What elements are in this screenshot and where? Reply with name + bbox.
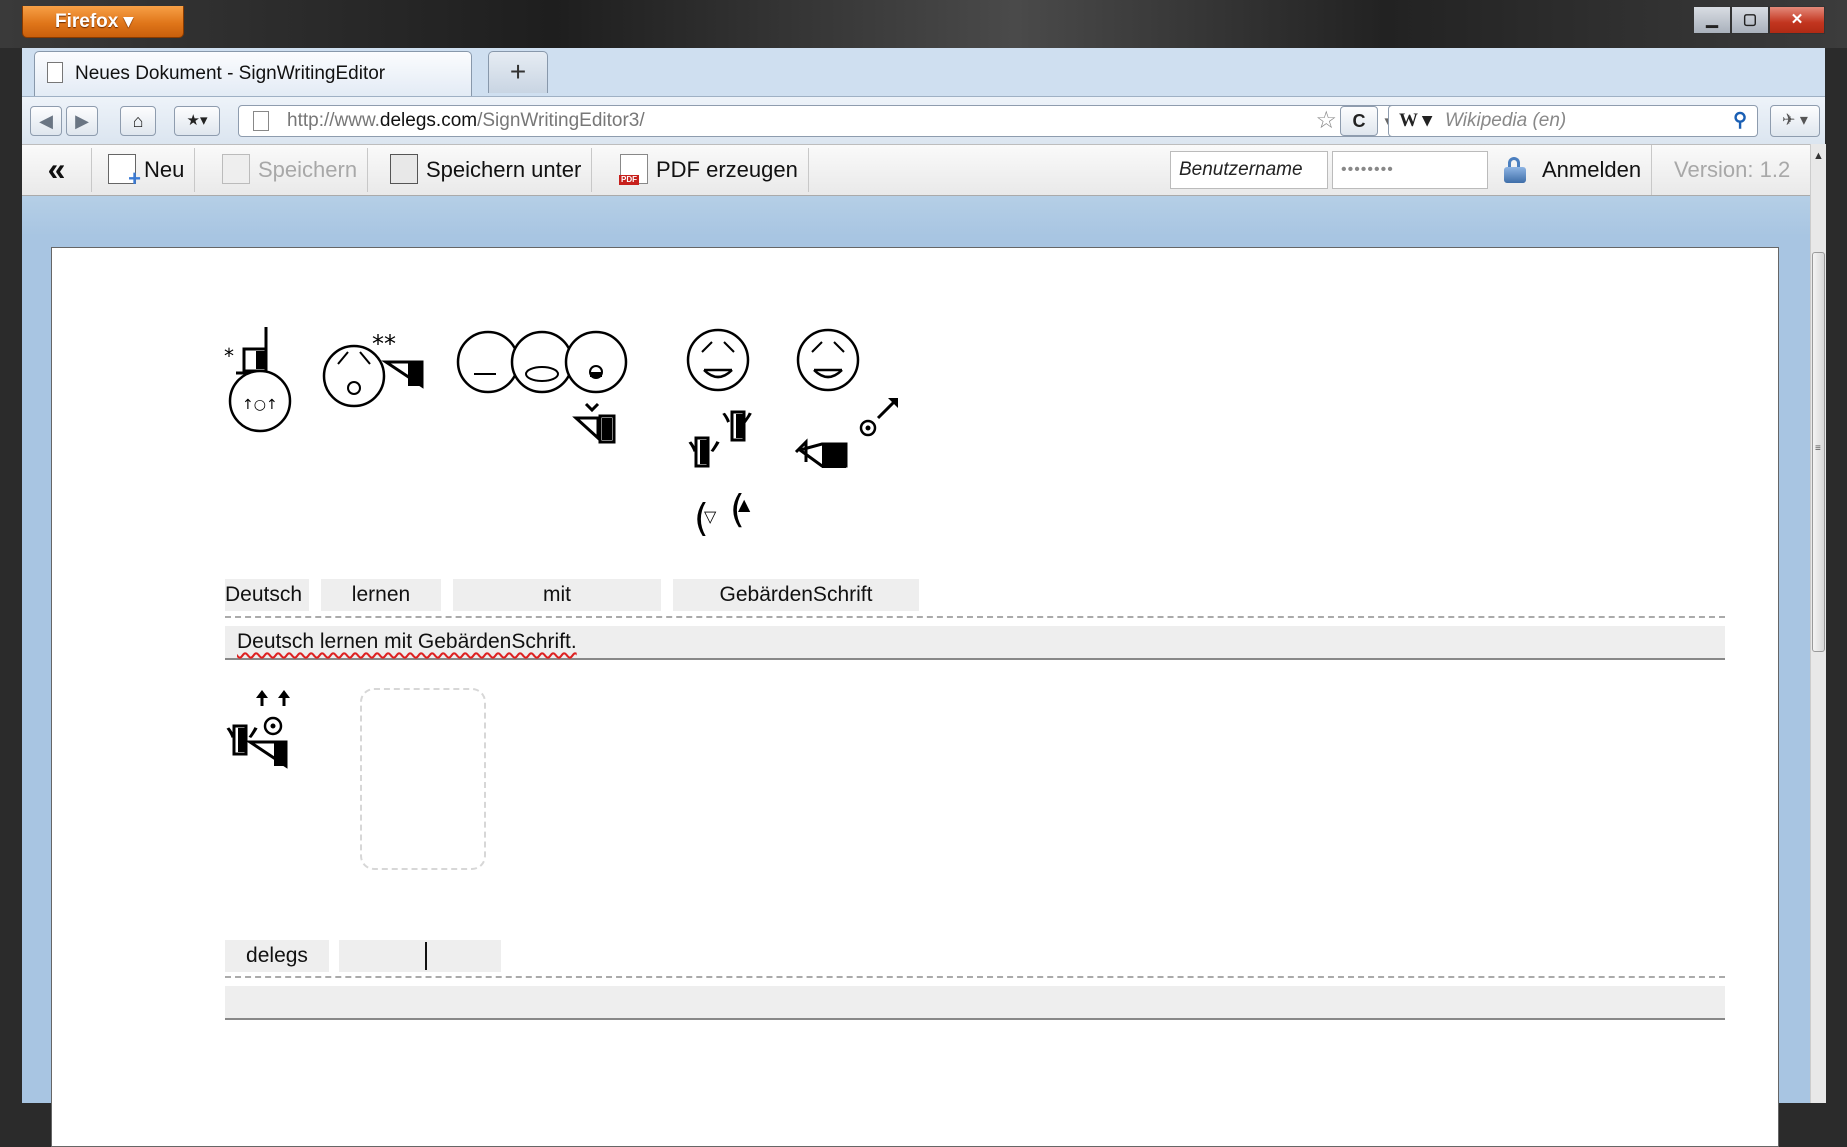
- search-engine-selector[interactable]: W ▾: [1399, 106, 1432, 136]
- scroll-grip-icon: ≡: [1815, 443, 1821, 454]
- svg-text:*: *: [224, 344, 234, 368]
- new-tab-button[interactable]: +: [488, 51, 548, 93]
- sign-lernen[interactable]: **: [322, 326, 437, 416]
- sign-smiling-face[interactable]: [792, 326, 902, 486]
- empty-sign-slot[interactable]: [360, 688, 486, 870]
- browser-frame: Neues Dokument - SignWritingEditor + ◀ ▶…: [22, 48, 1826, 1147]
- bookmark-star-icon[interactable]: ☆: [1315, 106, 1337, 136]
- svg-text:↑○↑: ↑○↑: [242, 397, 278, 413]
- word-input-empty[interactable]: [339, 940, 501, 972]
- sign-mit[interactable]: [456, 326, 656, 456]
- scroll-up-icon[interactable]: ▲: [1811, 150, 1826, 162]
- save-button[interactable]: Speichern: [218, 148, 369, 192]
- window-titlebar: Firefox ▾ ▁ ▢ ✕: [0, 0, 1847, 48]
- url-domain: delegs.com: [379, 110, 478, 131]
- firefox-menu-button[interactable]: Firefox ▾: [22, 6, 184, 38]
- collapse-button[interactable]: «: [22, 148, 92, 192]
- word-deutsch[interactable]: Deutsch: [225, 579, 309, 611]
- forward-button[interactable]: ▶: [66, 106, 98, 136]
- bookmarks-button[interactable]: ★▾: [174, 106, 220, 136]
- url-bar[interactable]: http://www.delegs.com/SignWritingEditor3…: [238, 105, 1408, 137]
- new-document-icon: [108, 154, 141, 189]
- tab-document[interactable]: Neues Dokument - SignWritingEditor: [34, 51, 472, 96]
- version-label: Version: 1.2: [1674, 157, 1791, 182]
- sign-gebaerdenschrift[interactable]: ⺌ ⺌ ( ▽ ( ▲: [682, 326, 772, 536]
- sentence-text-1: Deutsch lernen mit GebärdenSchrift.: [237, 630, 577, 653]
- sentence-field-2[interactable]: [225, 986, 1725, 1020]
- tab-title: Neues Dokument - SignWritingEditor: [75, 63, 386, 84]
- vertical-scrollbar[interactable]: ▲ ≡: [1810, 144, 1826, 1103]
- sign-delegs[interactable]: ⺌: [222, 686, 312, 776]
- svg-text:**: **: [372, 330, 396, 358]
- page-icon: [47, 62, 63, 83]
- word-mit[interactable]: mit: [453, 579, 661, 611]
- password-input[interactable]: ••••••••: [1332, 151, 1488, 189]
- save-label: Speichern: [258, 157, 358, 182]
- word-lernen[interactable]: lernen: [321, 579, 441, 611]
- site-identity-icon[interactable]: [253, 111, 269, 131]
- save-as-icon: [390, 154, 418, 185]
- save-icon: [222, 154, 250, 185]
- document-page: * ↑○↑ ** (▽ (▲ Deutsch lernen mit Gebä…: [51, 247, 1779, 1147]
- pdf-icon: [619, 154, 648, 186]
- navigation-bar: ◀ ▶ ⌂ ★▾ http://www.delegs.com/SignWriti…: [22, 96, 1825, 144]
- double-chevron-left-icon: «: [47, 151, 66, 187]
- word-gebaerdenschrift[interactable]: GebärdenSchrift: [673, 579, 919, 611]
- username-input[interactable]: Benutzername: [1170, 151, 1328, 189]
- sentence-field-1[interactable]: Deutsch lernen mit GebärdenSchrift.: [225, 626, 1725, 660]
- pdf-button[interactable]: PDF erzeugen: [614, 148, 809, 192]
- word-divider-2: [225, 976, 1725, 978]
- save-as-label: Speichern unter: [426, 157, 582, 182]
- close-button[interactable]: ✕: [1769, 6, 1825, 34]
- word-delegs[interactable]: delegs: [225, 940, 329, 972]
- svg-text:▽: ▽: [704, 507, 717, 526]
- window-controls: ▁ ▢ ✕: [1693, 6, 1825, 36]
- home-button[interactable]: ⌂: [120, 106, 156, 136]
- app-toolbar: « Neu Speichern Speichern unter PDF erze…: [22, 144, 1810, 196]
- search-placeholder: Wikipedia (en): [1445, 110, 1567, 131]
- search-bar[interactable]: W ▾ Wikipedia (en) ⚲: [1388, 105, 1758, 137]
- tab-strip: Neues Dokument - SignWritingEditor +: [22, 48, 1825, 96]
- maximize-button[interactable]: ▢: [1731, 6, 1769, 34]
- back-button[interactable]: ◀: [30, 106, 62, 136]
- lock-icon: [1504, 157, 1526, 183]
- word-divider-1: [225, 616, 1725, 618]
- login-button[interactable]: Anmelden: [1542, 145, 1653, 195]
- reload-button[interactable]: C: [1340, 106, 1378, 136]
- new-document-button[interactable]: Neu: [104, 148, 196, 192]
- minimize-button[interactable]: ▁: [1693, 6, 1731, 34]
- addon-button[interactable]: ✈ ▾: [1770, 105, 1820, 137]
- document-viewport: * ↑○↑ ** (▽ (▲ Deutsch lernen mit Gebä…: [22, 196, 1810, 1147]
- word-row-2: delegs: [225, 940, 1725, 972]
- url-path: /SignWritingEditor3/: [477, 110, 645, 131]
- url-prefix: http://www.: [287, 110, 380, 131]
- new-label: Neu: [144, 157, 185, 182]
- svg-text:▲: ▲: [738, 495, 751, 514]
- pdf-label: PDF erzeugen: [656, 157, 798, 182]
- text-cursor: [425, 942, 427, 970]
- sign-deutsch[interactable]: * ↑○↑: [222, 323, 296, 433]
- search-icon[interactable]: ⚲: [1733, 106, 1747, 136]
- word-row-1: Deutsch lernen mit GebärdenSchrift: [225, 579, 1725, 611]
- scroll-thumb[interactable]: ≡: [1812, 252, 1825, 652]
- save-as-button[interactable]: Speichern unter: [386, 148, 593, 192]
